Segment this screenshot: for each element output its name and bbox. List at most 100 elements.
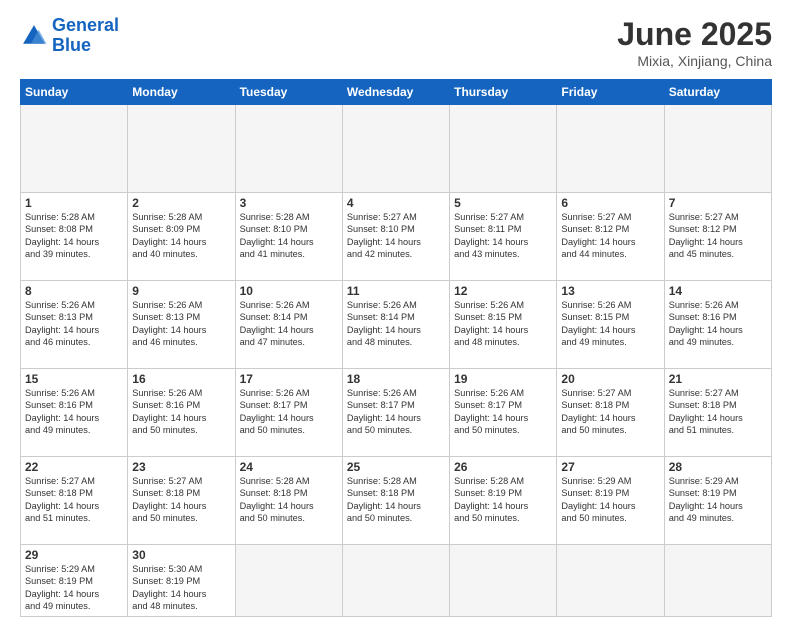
day-info: Sunrise: 5:30 AMSunset: 8:19 PMDaylight:…	[132, 563, 230, 613]
day-info: Sunrise: 5:28 AMSunset: 8:10 PMDaylight:…	[240, 211, 338, 261]
col-sunday: Sunday	[21, 80, 128, 105]
day-number: 11	[347, 284, 445, 298]
table-row: 4 Sunrise: 5:27 AMSunset: 8:10 PMDayligh…	[342, 193, 449, 281]
day-info: Sunrise: 5:26 AMSunset: 8:13 PMDaylight:…	[25, 299, 123, 349]
day-number: 14	[669, 284, 767, 298]
table-row: 11 Sunrise: 5:26 AMSunset: 8:14 PMDaylig…	[342, 281, 449, 369]
table-row: 23 Sunrise: 5:27 AMSunset: 8:18 PMDaylig…	[128, 457, 235, 545]
day-number: 12	[454, 284, 552, 298]
col-thursday: Thursday	[450, 80, 557, 105]
table-row	[235, 105, 342, 193]
day-info: Sunrise: 5:28 AMSunset: 8:18 PMDaylight:…	[347, 475, 445, 525]
col-friday: Friday	[557, 80, 664, 105]
day-info: Sunrise: 5:26 AMSunset: 8:16 PMDaylight:…	[25, 387, 123, 437]
table-row	[342, 545, 449, 617]
day-info: Sunrise: 5:27 AMSunset: 8:18 PMDaylight:…	[25, 475, 123, 525]
day-info: Sunrise: 5:29 AMSunset: 8:19 PMDaylight:…	[25, 563, 123, 613]
day-info: Sunrise: 5:28 AMSunset: 8:19 PMDaylight:…	[454, 475, 552, 525]
day-info: Sunrise: 5:26 AMSunset: 8:14 PMDaylight:…	[240, 299, 338, 349]
location: Mixia, Xinjiang, China	[617, 53, 772, 69]
table-row: 19 Sunrise: 5:26 AMSunset: 8:17 PMDaylig…	[450, 369, 557, 457]
table-row: 13 Sunrise: 5:26 AMSunset: 8:15 PMDaylig…	[557, 281, 664, 369]
logo-blue: Blue	[52, 35, 91, 55]
day-number: 8	[25, 284, 123, 298]
day-info: Sunrise: 5:27 AMSunset: 8:18 PMDaylight:…	[561, 387, 659, 437]
day-number: 19	[454, 372, 552, 386]
day-info: Sunrise: 5:29 AMSunset: 8:19 PMDaylight:…	[669, 475, 767, 525]
day-info: Sunrise: 5:26 AMSunset: 8:15 PMDaylight:…	[561, 299, 659, 349]
day-number: 16	[132, 372, 230, 386]
col-wednesday: Wednesday	[342, 80, 449, 105]
day-info: Sunrise: 5:26 AMSunset: 8:17 PMDaylight:…	[347, 387, 445, 437]
table-row: 1 Sunrise: 5:28 AMSunset: 8:08 PMDayligh…	[21, 193, 128, 281]
day-info: Sunrise: 5:27 AMSunset: 8:10 PMDaylight:…	[347, 211, 445, 261]
day-info: Sunrise: 5:28 AMSunset: 8:08 PMDaylight:…	[25, 211, 123, 261]
day-number: 3	[240, 196, 338, 210]
table-row	[235, 545, 342, 617]
table-row: 25 Sunrise: 5:28 AMSunset: 8:18 PMDaylig…	[342, 457, 449, 545]
table-row: 27 Sunrise: 5:29 AMSunset: 8:19 PMDaylig…	[557, 457, 664, 545]
day-info: Sunrise: 5:27 AMSunset: 8:18 PMDaylight:…	[132, 475, 230, 525]
table-row: 9 Sunrise: 5:26 AMSunset: 8:13 PMDayligh…	[128, 281, 235, 369]
day-info: Sunrise: 5:26 AMSunset: 8:17 PMDaylight:…	[454, 387, 552, 437]
calendar-table: Sunday Monday Tuesday Wednesday Thursday…	[20, 79, 772, 617]
table-row: 21 Sunrise: 5:27 AMSunset: 8:18 PMDaylig…	[664, 369, 771, 457]
table-row: 10 Sunrise: 5:26 AMSunset: 8:14 PMDaylig…	[235, 281, 342, 369]
table-row: 18 Sunrise: 5:26 AMSunset: 8:17 PMDaylig…	[342, 369, 449, 457]
day-info: Sunrise: 5:27 AMSunset: 8:12 PMDaylight:…	[669, 211, 767, 261]
day-number: 1	[25, 196, 123, 210]
day-number: 24	[240, 460, 338, 474]
day-number: 7	[669, 196, 767, 210]
day-info: Sunrise: 5:26 AMSunset: 8:17 PMDaylight:…	[240, 387, 338, 437]
day-number: 6	[561, 196, 659, 210]
table-row	[664, 105, 771, 193]
day-number: 13	[561, 284, 659, 298]
table-row	[128, 105, 235, 193]
page: General Blue June 2025 Mixia, Xinjiang, …	[0, 0, 792, 612]
day-number: 25	[347, 460, 445, 474]
table-row	[450, 545, 557, 617]
day-number: 10	[240, 284, 338, 298]
table-row: 17 Sunrise: 5:26 AMSunset: 8:17 PMDaylig…	[235, 369, 342, 457]
day-number: 28	[669, 460, 767, 474]
table-row: 8 Sunrise: 5:26 AMSunset: 8:13 PMDayligh…	[21, 281, 128, 369]
day-number: 2	[132, 196, 230, 210]
table-row	[664, 545, 771, 617]
table-row: 29 Sunrise: 5:29 AMSunset: 8:19 PMDaylig…	[21, 545, 128, 617]
day-number: 18	[347, 372, 445, 386]
table-row: 26 Sunrise: 5:28 AMSunset: 8:19 PMDaylig…	[450, 457, 557, 545]
table-row: 30 Sunrise: 5:30 AMSunset: 8:19 PMDaylig…	[128, 545, 235, 617]
day-number: 21	[669, 372, 767, 386]
table-row: 7 Sunrise: 5:27 AMSunset: 8:12 PMDayligh…	[664, 193, 771, 281]
logo-general: General	[52, 15, 119, 35]
day-number: 23	[132, 460, 230, 474]
day-info: Sunrise: 5:27 AMSunset: 8:18 PMDaylight:…	[669, 387, 767, 437]
day-number: 20	[561, 372, 659, 386]
day-info: Sunrise: 5:26 AMSunset: 8:13 PMDaylight:…	[132, 299, 230, 349]
day-info: Sunrise: 5:26 AMSunset: 8:16 PMDaylight:…	[132, 387, 230, 437]
table-row	[21, 105, 128, 193]
day-number: 17	[240, 372, 338, 386]
header: General Blue June 2025 Mixia, Xinjiang, …	[20, 16, 772, 69]
table-row: 28 Sunrise: 5:29 AMSunset: 8:19 PMDaylig…	[664, 457, 771, 545]
day-info: Sunrise: 5:26 AMSunset: 8:15 PMDaylight:…	[454, 299, 552, 349]
day-info: Sunrise: 5:27 AMSunset: 8:11 PMDaylight:…	[454, 211, 552, 261]
day-info: Sunrise: 5:26 AMSunset: 8:14 PMDaylight:…	[347, 299, 445, 349]
logo: General Blue	[20, 16, 119, 56]
table-row: 20 Sunrise: 5:27 AMSunset: 8:18 PMDaylig…	[557, 369, 664, 457]
day-number: 4	[347, 196, 445, 210]
table-row: 15 Sunrise: 5:26 AMSunset: 8:16 PMDaylig…	[21, 369, 128, 457]
table-row: 5 Sunrise: 5:27 AMSunset: 8:11 PMDayligh…	[450, 193, 557, 281]
table-row: 6 Sunrise: 5:27 AMSunset: 8:12 PMDayligh…	[557, 193, 664, 281]
table-row	[450, 105, 557, 193]
table-row	[557, 105, 664, 193]
table-row	[557, 545, 664, 617]
logo-icon	[20, 22, 48, 50]
day-number: 27	[561, 460, 659, 474]
day-info: Sunrise: 5:26 AMSunset: 8:16 PMDaylight:…	[669, 299, 767, 349]
calendar-header-row: Sunday Monday Tuesday Wednesday Thursday…	[21, 80, 772, 105]
day-number: 29	[25, 548, 123, 562]
day-info: Sunrise: 5:28 AMSunset: 8:18 PMDaylight:…	[240, 475, 338, 525]
day-number: 15	[25, 372, 123, 386]
logo-text: General Blue	[52, 16, 119, 56]
